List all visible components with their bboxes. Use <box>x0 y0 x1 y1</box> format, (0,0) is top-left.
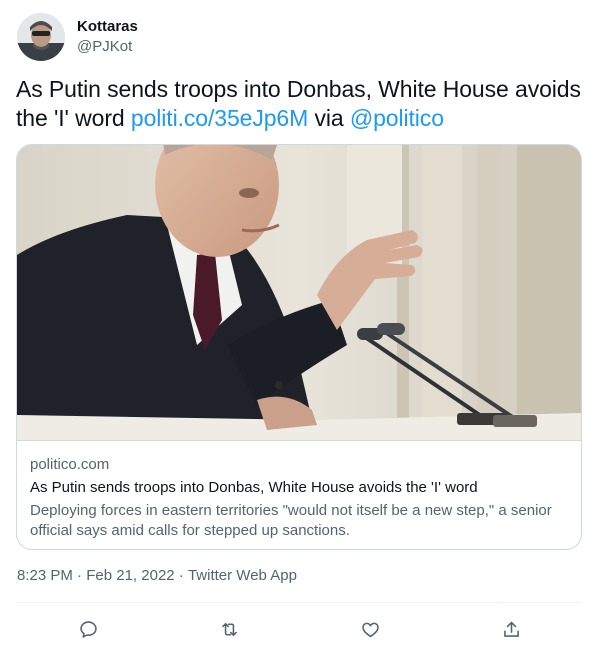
meta-separator: · <box>72 567 87 584</box>
card-description: Deploying forces in eastern territories … <box>30 502 552 539</box>
display-name[interactable]: Kottaras <box>77 17 138 37</box>
share-icon <box>503 621 519 637</box>
action-bar <box>16 612 582 644</box>
tweet-time[interactable]: 8:23 PM <box>17 566 73 586</box>
tweet-text: As Putin sends troops into Donbas, White… <box>16 75 582 133</box>
retweet-icon <box>221 622 237 636</box>
divider <box>16 602 582 603</box>
avatar[interactable] <box>17 13 65 61</box>
tweet-author: Kottaras @PJKot <box>17 12 138 62</box>
tweet: Kottaras @PJKot As Putin sends troops in… <box>0 0 598 650</box>
reply-icon <box>79 620 97 638</box>
card-title: As Putin sends troops into Donbas, White… <box>30 479 478 496</box>
like-button[interactable] <box>353 612 387 646</box>
card-meta: politico.com As Putin sends troops into … <box>30 455 570 541</box>
tweet-text-via: via <box>308 105 350 131</box>
link-card[interactable]: politico.com As Putin sends troops into … <box>16 144 582 550</box>
tweet-link[interactable]: politi.co/35eJp6M <box>131 105 308 131</box>
user-handle[interactable]: @PJKot <box>77 37 138 57</box>
tweet-source[interactable]: Twitter Web App <box>188 566 297 586</box>
like-icon <box>361 622 379 637</box>
tweet-date[interactable]: Feb 21, 2022 <box>86 566 174 586</box>
reply-button[interactable] <box>71 612 105 646</box>
share-button[interactable] <box>494 612 528 646</box>
retweet-button[interactable] <box>212 612 246 646</box>
tweet-metadata: 8:23 PM · Feb 21, 2022 · Twitter Web App <box>17 566 297 586</box>
author-names: Kottaras @PJKot <box>77 17 138 57</box>
meta-separator-2: · <box>174 567 188 584</box>
card-domain: politico.com <box>30 456 110 473</box>
card-image[interactable] <box>17 145 581 441</box>
politico-mention[interactable]: @politico <box>350 105 444 131</box>
